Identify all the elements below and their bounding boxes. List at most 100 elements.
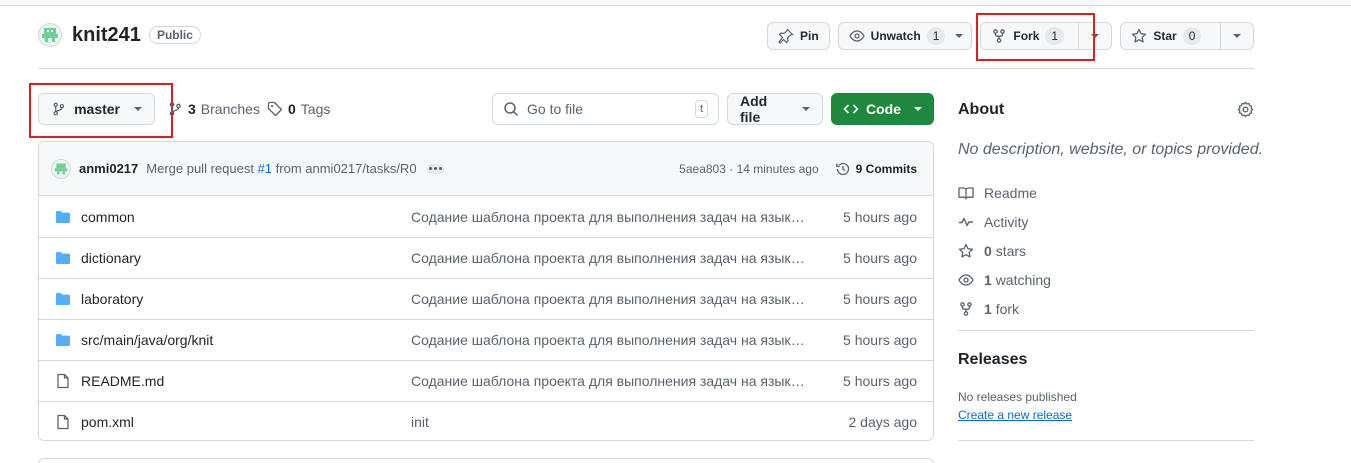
releases-title[interactable]: Releases — [958, 351, 1027, 369]
branches-link[interactable]: 3 Branches — [167, 101, 260, 117]
watching-label: watching — [995, 271, 1051, 288]
commit-message[interactable]: Merge pull request #1 from anmi0217/task… — [146, 161, 416, 176]
repo-header: knit241 Public — [38, 23, 201, 47]
commit-sha[interactable]: 5aea803 — [679, 162, 726, 176]
shortcut-key: t — [694, 100, 708, 118]
folder-icon — [55, 209, 71, 225]
pin-button[interactable]: Pin — [767, 22, 830, 50]
file-name[interactable]: common — [81, 209, 135, 225]
folder-icon — [55, 291, 71, 307]
book-icon — [958, 186, 974, 200]
file-row: dictionary Содание шаблона проекта для вы… — [39, 237, 933, 278]
file-row: laboratory Содание шаблона проекта для вы… — [39, 278, 933, 319]
unwatch-label: Unwatch — [870, 29, 921, 43]
activity-link[interactable]: Activity — [958, 207, 1051, 236]
file-name-cell: pom.xml — [55, 414, 411, 430]
commits-count: 9 Commits — [855, 161, 917, 176]
chevron-down-icon — [802, 107, 810, 111]
file-row: common Содание шаблона проекта для выполн… — [39, 196, 933, 237]
stars-link[interactable]: 0 stars — [958, 236, 1051, 265]
author-avatar[interactable] — [51, 158, 71, 179]
about-list: Readme Activity 0 stars 1 watching 1 for… — [958, 178, 1051, 323]
star-label: Star — [1153, 29, 1177, 43]
branch-icon — [169, 102, 181, 116]
file-name-cell: common — [55, 209, 411, 225]
search-icon — [504, 102, 519, 117]
file-name-cell: README.md — [55, 373, 411, 389]
file-commit-message[interactable]: Содание шаблона проекта для выполнения з… — [411, 291, 811, 307]
code-label: Code — [866, 101, 901, 117]
file-name[interactable]: src/main/java/org/knit — [81, 332, 213, 348]
create-release-link[interactable]: Create a new release — [958, 408, 1072, 422]
file-table: anmi0217 Merge pull request #1 from anmi… — [38, 141, 934, 441]
unwatch-button[interactable]: Unwatch 1 — [837, 22, 973, 50]
file-name[interactable]: laboratory — [81, 291, 143, 307]
commit-author[interactable]: anmi0217 — [79, 161, 138, 176]
activity-label: Activity — [984, 213, 1029, 230]
stars-count: 0 — [984, 242, 992, 259]
star-button[interactable]: Star 0 — [1121, 23, 1220, 49]
forks-link[interactable]: 1 fork — [958, 294, 1051, 323]
watching-count: 1 — [984, 271, 992, 288]
latest-commit-bar: anmi0217 Merge pull request #1 from anmi… — [39, 142, 933, 196]
owner-avatar[interactable] — [38, 23, 62, 47]
file-name[interactable]: pom.xml — [81, 414, 134, 430]
branch-highlight-box — [29, 83, 173, 138]
expand-commit-button[interactable] — [426, 163, 444, 174]
star-dropdown[interactable] — [1220, 23, 1253, 49]
pin-label: Pin — [800, 29, 819, 43]
header-divider — [38, 68, 1254, 69]
file-commit-message[interactable]: Содание шаблона проекта для выполнения з… — [411, 373, 811, 389]
sidebar-divider — [958, 330, 1254, 331]
file-commit-age: 5 hours ago — [843, 208, 917, 225]
star-icon — [958, 243, 974, 258]
tags-label: Tags — [300, 101, 331, 117]
gear-icon[interactable] — [1237, 101, 1254, 121]
commit-message-prefix: Merge pull request — [146, 161, 254, 176]
add-file-button[interactable]: Add file — [727, 93, 823, 125]
file-commit-age: 2 days ago — [848, 414, 918, 430]
readme-label: Readme — [984, 184, 1037, 201]
watch-count: 1 — [926, 27, 946, 45]
branches-label: Branches — [200, 101, 260, 117]
repo-name[interactable]: knit241 — [72, 24, 141, 47]
commit-time: 14 minutes ago — [736, 161, 819, 176]
go-to-file-input[interactable]: Go to file t — [492, 93, 719, 125]
about-title: About — [958, 101, 1005, 118]
pin-icon — [778, 28, 794, 44]
stars-label: stars — [995, 242, 1027, 259]
file-name[interactable]: README.md — [81, 373, 164, 389]
file-icon — [55, 414, 71, 430]
tags-link[interactable]: 0 Tags — [267, 101, 330, 117]
folder-icon — [55, 332, 71, 348]
commits-link[interactable]: 9 Commits — [835, 161, 917, 177]
file-commit-message[interactable]: Содание шаблона проекта для выполнения з… — [411, 209, 811, 225]
chevron-down-icon — [955, 34, 964, 38]
pr-link[interactable]: #1 — [258, 161, 272, 176]
readme-card — [38, 458, 934, 463]
readme-link[interactable]: Readme — [958, 178, 1051, 207]
star-icon — [1132, 28, 1147, 43]
watching-link[interactable]: 1 watching — [958, 265, 1051, 294]
chevron-down-icon — [1233, 34, 1242, 38]
no-releases-text: No releases published — [958, 390, 1077, 404]
code-button[interactable]: Code — [831, 93, 934, 125]
file-commit-age: 5 hours ago — [843, 250, 917, 266]
commit-message-suffix: from anmi0217/tasks/R0 — [275, 161, 417, 176]
file-rows: common Содание шаблона проекта для выполн… — [39, 196, 933, 440]
file-row: README.md Содание шаблона проекта для вып… — [39, 360, 933, 401]
tag-icon — [267, 101, 283, 117]
about-description: No description, website, or topics provi… — [958, 141, 1264, 158]
file-commit-message[interactable]: init — [411, 414, 811, 430]
go-to-file-placeholder: Go to file — [527, 101, 584, 117]
eye-icon — [958, 273, 974, 286]
file-commit-message[interactable]: Содание шаблона проекта для выполнения з… — [411, 332, 811, 348]
branches-count: 3 — [188, 101, 196, 117]
file-commit-message[interactable]: Содание шаблона проекта для выполнения з… — [411, 250, 811, 266]
visibility-badge: Public — [148, 26, 201, 44]
sidebar-divider — [958, 440, 1254, 441]
file-name[interactable]: dictionary — [81, 250, 141, 266]
commit-separator: · — [729, 161, 734, 176]
file-name-cell: dictionary — [55, 250, 411, 266]
eye-icon — [848, 30, 865, 42]
